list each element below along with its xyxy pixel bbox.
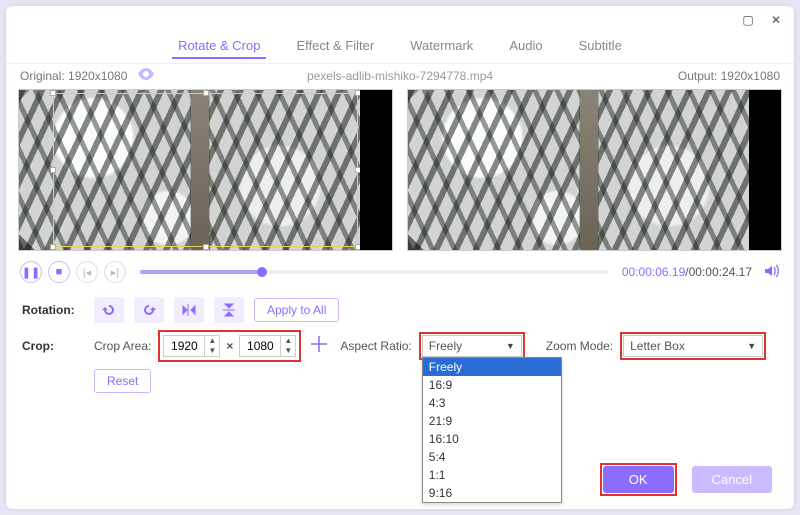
pause-button[interactable]: ❚❚ — [20, 261, 42, 283]
aspect-ratio-select[interactable]: Freely ▼ — [422, 335, 522, 357]
controls-panel: Rotation: Apply to All Crop: Crop Area: — [6, 287, 794, 403]
preview-eye-icon[interactable] — [137, 68, 155, 83]
aspect-ratio-value: Freely — [429, 339, 462, 353]
crop-width-box: ▲▼ — [163, 335, 220, 357]
aspect-option[interactable]: 16:10 — [423, 430, 561, 448]
aspect-option[interactable]: 16:9 — [423, 376, 561, 394]
chevron-down-icon: ▼ — [747, 341, 756, 351]
zoom-mode-select-wrap: Letter Box ▼ — [623, 335, 763, 357]
reset-button[interactable]: Reset — [94, 369, 151, 393]
stop-button[interactable]: ■ — [48, 261, 70, 283]
zoom-mode-select[interactable]: Letter Box ▼ — [623, 335, 763, 357]
ok-highlight: OK — [603, 466, 674, 493]
tab-audio[interactable]: Audio — [503, 34, 548, 59]
crop-width-input[interactable] — [164, 339, 204, 353]
preview-original[interactable] — [18, 89, 393, 251]
tab-rotate-crop[interactable]: Rotate & Crop — [172, 34, 266, 59]
aspect-option[interactable]: 1:1 — [423, 466, 561, 484]
center-crosshair-icon[interactable] — [308, 335, 330, 358]
output-dimensions: Output: 1920x1080 — [678, 69, 780, 83]
time-total: 00:00:24.17 — [689, 265, 752, 279]
rotation-row: Rotation: Apply to All — [22, 297, 778, 323]
footer-buttons: OK Cancel — [603, 466, 772, 493]
crop-area-label: Crop Area: — [94, 339, 151, 353]
next-frame-button[interactable]: ▸| — [104, 261, 126, 283]
aspect-option[interactable]: Freely — [423, 358, 561, 376]
width-up[interactable]: ▲ — [205, 336, 219, 346]
aspect-ratio-dropdown[interactable]: Freely16:94:321:916:105:41:19:16 — [422, 357, 562, 503]
aspect-ratio-label: Aspect Ratio: — [340, 339, 411, 353]
preview-output — [407, 89, 782, 251]
flip-vertical-button[interactable] — [214, 297, 244, 323]
aspect-option[interactable]: 9:16 — [423, 484, 561, 502]
crop-height-box: ▲▼ — [239, 335, 296, 357]
meta-row: Original: 1920x1080 pexels-adlib-mishiko… — [6, 64, 794, 83]
preview-area — [6, 83, 794, 251]
crop-row: Crop: Crop Area: ▲▼ × ▲▼ Aspect Ratio: — [22, 333, 778, 359]
transport-bar: ❚❚ ■ |◂ ▸| 00:00:06.19/00:00:24.17 — [6, 251, 794, 287]
height-down[interactable]: ▼ — [281, 346, 295, 356]
zoom-mode-label: Zoom Mode: — [546, 339, 613, 353]
video-frame-output — [408, 90, 781, 250]
times-icon: × — [226, 339, 233, 353]
crop-height-input[interactable] — [240, 339, 280, 353]
maximize-button[interactable]: ▢ — [740, 12, 756, 28]
reset-row: Reset — [22, 369, 778, 393]
tab-subtitle[interactable]: Subtitle — [573, 34, 628, 59]
rotation-label: Rotation: — [22, 303, 84, 317]
timeline-slider[interactable] — [140, 270, 608, 274]
rotate-right-button[interactable] — [134, 297, 164, 323]
aspect-option[interactable]: 21:9 — [423, 412, 561, 430]
prev-frame-button[interactable]: |◂ — [76, 261, 98, 283]
width-down[interactable]: ▼ — [205, 346, 219, 356]
chevron-down-icon: ▼ — [506, 341, 515, 351]
rotate-left-button[interactable] — [94, 297, 124, 323]
zoom-mode-value: Letter Box — [630, 339, 685, 353]
tab-watermark[interactable]: Watermark — [404, 34, 479, 59]
aspect-option[interactable]: 5:4 — [423, 448, 561, 466]
time-display: 00:00:06.19/00:00:24.17 — [622, 265, 752, 279]
titlebar: ▢ ✕ — [6, 6, 794, 34]
ok-button[interactable]: OK — [603, 466, 674, 493]
crop-label: Crop: — [22, 339, 84, 353]
apply-to-all-button[interactable]: Apply to All — [254, 298, 339, 322]
tab-effect-filter[interactable]: Effect & Filter — [290, 34, 380, 59]
cancel-button[interactable]: Cancel — [692, 466, 772, 493]
aspect-ratio-select-wrap: Freely ▼ Freely16:94:321:916:105:41:19:1… — [422, 335, 522, 357]
original-dimensions: Original: 1920x1080 — [20, 69, 127, 83]
time-current: 00:00:06.19 — [622, 265, 685, 279]
height-up[interactable]: ▲ — [281, 336, 295, 346]
aspect-option[interactable]: 4:3 — [423, 394, 561, 412]
flip-horizontal-button[interactable] — [174, 297, 204, 323]
video-frame — [19, 90, 392, 250]
tab-bar: Rotate & Crop Effect & Filter Watermark … — [6, 34, 794, 64]
close-button[interactable]: ✕ — [768, 12, 784, 28]
crop-size-highlight: ▲▼ × ▲▼ — [161, 333, 298, 359]
app-window: ▢ ✕ Rotate & Crop Effect & Filter Waterm… — [6, 6, 794, 509]
volume-icon[interactable] — [764, 264, 780, 281]
